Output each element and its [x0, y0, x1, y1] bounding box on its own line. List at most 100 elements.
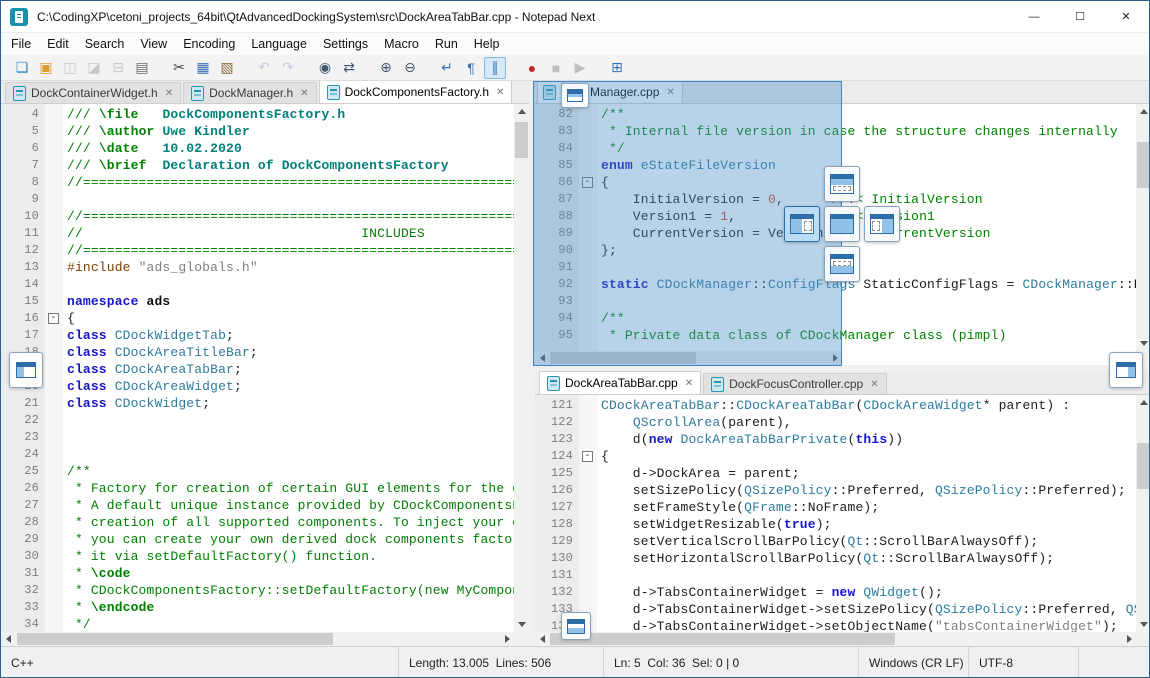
paste-button[interactable]: ▧: [216, 57, 238, 79]
code-text[interactable]: /// \author Uwe Kindler: [63, 123, 250, 140]
code-text[interactable]: class CDockWidget;: [63, 395, 210, 412]
replace-button[interactable]: ⇄: [338, 57, 360, 79]
scroll-right-icon[interactable]: [500, 632, 514, 646]
play-macro-button[interactable]: ▶: [569, 57, 591, 79]
container-drop-bottom[interactable]: [561, 612, 591, 640]
scroll-up-icon[interactable]: [1136, 104, 1150, 119]
code-text[interactable]: */: [63, 616, 91, 632]
code-text[interactable]: * \endcode: [63, 599, 154, 616]
menu-view[interactable]: View: [132, 33, 175, 55]
dock-indicator-center[interactable]: [824, 206, 860, 242]
menu-macro[interactable]: Macro: [376, 33, 427, 55]
code-text[interactable]: [63, 429, 67, 446]
menu-run[interactable]: Run: [427, 33, 466, 55]
dock-indicator-left[interactable]: [784, 206, 820, 242]
bottom-right-editor-hscrollbar[interactable]: [535, 632, 1136, 646]
code-text[interactable]: * you can create your own der​ived dock …: [63, 531, 514, 548]
code-text[interactable]: * \code: [63, 565, 131, 582]
show-indent-guide-button[interactable]: ∥: [484, 57, 506, 79]
code-text[interactable]: /// \date 10.02.2020: [63, 140, 242, 157]
code-text[interactable]: d(new DockAreaTabBarPrivate(this)): [597, 431, 903, 448]
code-text[interactable]: [63, 276, 67, 293]
menu-encoding[interactable]: Encoding: [175, 33, 243, 55]
code-text[interactable]: class CDockAreaWidget;: [63, 378, 242, 395]
code-text[interactable]: d->TabsContainerWidget->setSizePolicy(QS…: [597, 601, 1136, 618]
tab-close-icon[interactable]: ✕: [870, 379, 878, 390]
code-text[interactable]: * it via setDefaultFactory() function.: [63, 548, 377, 565]
tab-DockAreaTabBar.cpp[interactable]: DockAreaTabBar.cpp✕: [539, 371, 701, 394]
record-macro-button[interactable]: ●: [521, 57, 543, 79]
code-text[interactable]: QScrollArea(parent),: [597, 414, 792, 431]
scrollbar-thumb[interactable]: [17, 633, 333, 645]
code-text[interactable]: CDockAreaTabBar::CDockAreaTabBar(CDockAr…: [597, 397, 1070, 414]
left-editor[interactable]: 4/// \file DockComponentsFactory.h5/// \…: [1, 104, 514, 632]
code-text[interactable]: /// \brief Declaration of DockComponents…: [63, 157, 449, 174]
code-text[interactable]: namespace ads: [63, 293, 170, 310]
open-file-button[interactable]: ▣: [35, 57, 57, 79]
code-text[interactable]: /**: [63, 463, 91, 480]
code-text[interactable]: //======================================…: [63, 208, 514, 225]
code-text[interactable]: * creation of all supported components. …: [63, 514, 514, 531]
code-text[interactable]: //======================================…: [63, 242, 514, 259]
scroll-right-icon[interactable]: [1122, 632, 1136, 646]
scroll-up-icon[interactable]: [514, 104, 529, 119]
dock-indicator-right[interactable]: [864, 206, 900, 242]
scroll-left-icon[interactable]: [535, 632, 549, 646]
code-text[interactable]: #include "ads_globals.h": [63, 259, 258, 276]
menu-search[interactable]: Search: [77, 33, 133, 55]
scroll-down-icon[interactable]: [1136, 617, 1150, 632]
scrollbar-thumb[interactable]: [515, 122, 528, 158]
status-encoding[interactable]: UTF-8: [968, 647, 1078, 678]
bottom-right-editor-vscrollbar[interactable]: [1136, 395, 1150, 632]
redo-button[interactable]: ↷: [277, 57, 299, 79]
bottom-right-editor[interactable]: 121CDockAreaTabBar::CDockAreaTabBar(CDoc…: [535, 395, 1136, 632]
container-drop-left[interactable]: [9, 352, 43, 388]
code-text[interactable]: [597, 567, 601, 584]
menu-edit[interactable]: Edit: [39, 33, 77, 55]
top-right-editor-vscrollbar[interactable]: [1136, 104, 1150, 351]
scroll-down-icon[interactable]: [1136, 336, 1150, 351]
menu-language[interactable]: Language: [243, 33, 315, 55]
tab-DockManager.h[interactable]: DockManager.h✕: [183, 82, 316, 103]
scroll-up-icon[interactable]: [1136, 395, 1150, 410]
code-text[interactable]: //======================================…: [63, 174, 514, 191]
scrollbar-thumb[interactable]: [550, 633, 895, 645]
code-text[interactable]: [63, 412, 67, 429]
tab-close-icon[interactable]: ✕: [300, 88, 308, 99]
scroll-left-icon[interactable]: [1, 632, 15, 646]
run-button[interactable]: ⊞: [606, 57, 628, 79]
stop-macro-button[interactable]: ■: [545, 57, 567, 79]
code-text[interactable]: class CDockWidgetTab;: [63, 327, 234, 344]
menu-file[interactable]: File: [3, 33, 39, 55]
save-button[interactable]: ◫: [59, 57, 81, 79]
code-text[interactable]: class CDockAreaTabBar;: [63, 361, 242, 378]
maximize-button[interactable]: ☐: [1057, 1, 1103, 32]
title-bar[interactable]: C:\CodingXP\cetoni_projects_64bit\QtAdva…: [1, 1, 1149, 33]
copy-button[interactable]: ▦: [192, 57, 214, 79]
scrollbar-thumb[interactable]: [1137, 142, 1150, 188]
code-text[interactable]: d->DockArea = parent;: [597, 465, 800, 482]
code-text[interactable]: setWidgetResizable(true);: [597, 516, 832, 533]
code-text[interactable]: * CDockComponentsFactory::setDefaultFact…: [63, 582, 514, 599]
save-all-button[interactable]: ⊟: [107, 57, 129, 79]
menu-help[interactable]: Help: [466, 33, 508, 55]
left-editor-hscrollbar[interactable]: [1, 632, 514, 646]
tab-DockFocusController.cpp[interactable]: DockFocusController.cpp✕: [703, 373, 886, 394]
container-drop-right[interactable]: [1109, 352, 1143, 388]
left-editor-vscrollbar[interactable]: [514, 104, 529, 632]
minimize-button[interactable]: —: [1011, 1, 1057, 32]
print-button[interactable]: ▤: [131, 57, 153, 79]
code-text[interactable]: setSizePolicy(QSizePolicy::Preferred, QS…: [597, 482, 1126, 499]
close-button[interactable]: ✕: [1103, 1, 1149, 32]
code-text[interactable]: * Factory for creation of certain GUI el…: [63, 480, 514, 497]
tab-close-icon[interactable]: ✕: [496, 87, 504, 98]
code-text[interactable]: [63, 191, 67, 208]
container-drop-top[interactable]: [561, 83, 589, 108]
zoom-in-button[interactable]: ⊕: [375, 57, 397, 79]
zoom-out-button[interactable]: ⊖: [399, 57, 421, 79]
code-text[interactable]: setFrameStyle(QFrame::NoFrame);: [597, 499, 879, 516]
fold-marker[interactable]: -: [582, 451, 593, 462]
code-text[interactable]: * A default unique instance provided by …: [63, 497, 514, 514]
tab-close-icon[interactable]: ✕: [165, 88, 173, 99]
tab-close-icon[interactable]: ✕: [685, 378, 693, 389]
